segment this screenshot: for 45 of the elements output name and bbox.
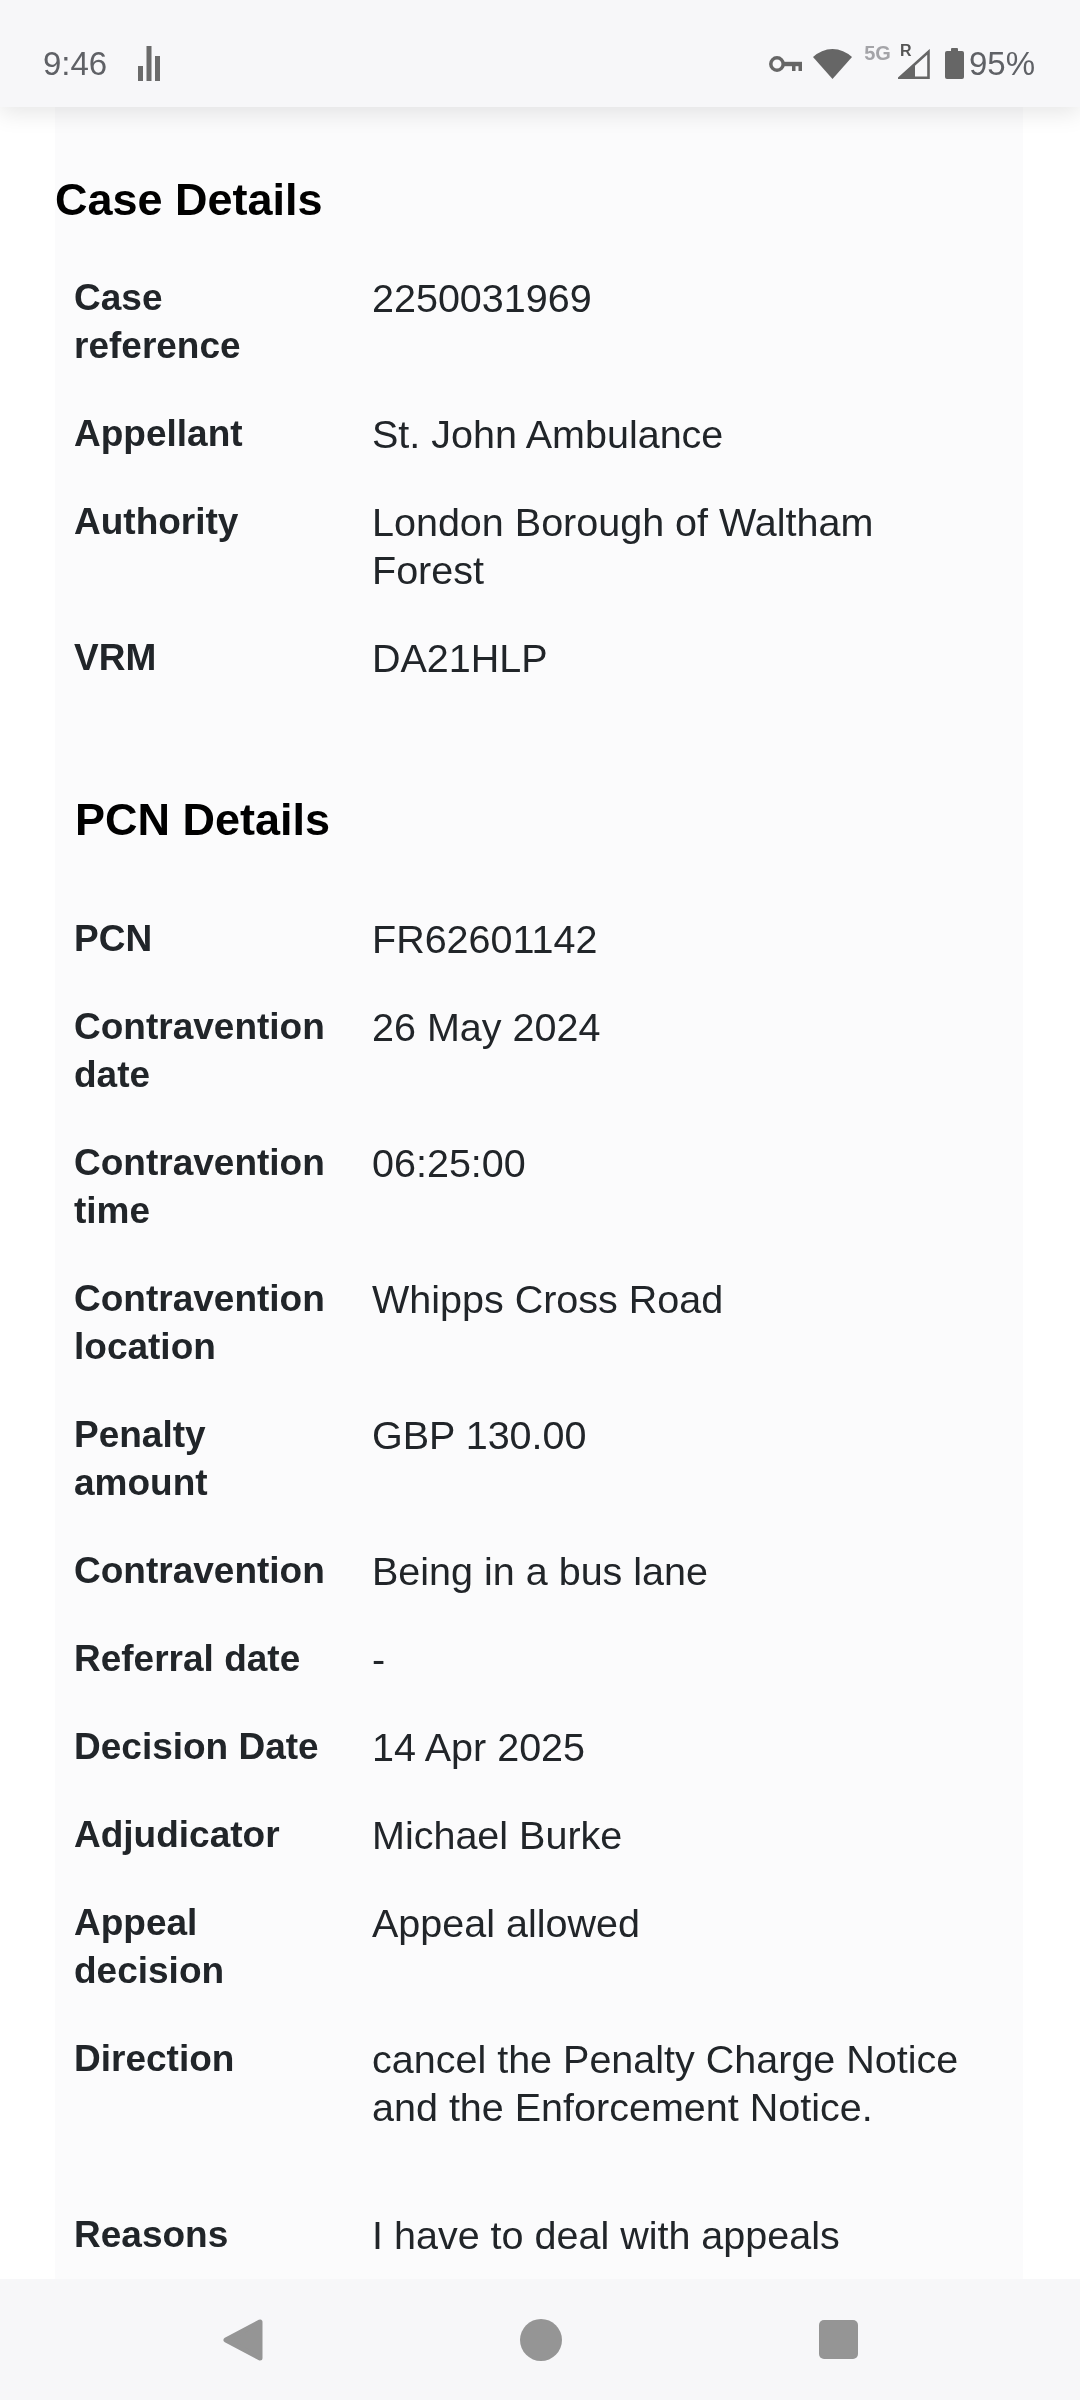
roaming-label: R [899,42,912,59]
network-type-label: 5G [864,43,891,63]
bar-chart-icon [138,46,161,81]
field-value: FR62601142 [372,916,598,963]
field-value: Michael Burke [372,1812,623,1859]
battery-percentage: 95% [968,47,1035,80]
field-value: Appeal allowed [372,1900,640,1947]
field-label: Reasons [74,2213,230,2257]
wifi-icon [813,48,853,79]
section-heading: Case Details [55,173,324,227]
field-value: I have to deal with appeals [372,2212,840,2259]
back-icon[interactable] [222,2318,263,2361]
field-value: 2250031969 [372,275,592,322]
field-value: cancel the Penalty Charge Notice and the Enforcement Notice. [372,2036,960,2131]
field-value: - [372,1636,386,1683]
field-value: Whipps Cross Road [372,1276,724,1323]
field-label: Referral date [74,1637,302,1681]
field-value: 06:25:00 [372,1140,526,1187]
recents-icon[interactable] [818,2320,858,2359]
section-heading: PCN Details [75,793,332,847]
field-label: Decision Date [74,1725,320,1769]
field-value: 26 May 2024 [372,1004,601,1051]
field-label: Contravention location [74,1277,326,1369]
field-value: GBP 130.00 [372,1412,587,1459]
key-icon [769,54,803,73]
field-label: Authority [74,500,240,544]
field-label: Contravention date [74,1005,326,1097]
field-label: Adjudicator [74,1813,281,1857]
field-value: London Borough of Waltham Forest [372,499,875,594]
battery-icon [944,48,964,79]
field-label: Direction [74,2037,236,2081]
field-label: Contravention time [74,1141,326,1233]
field-label: Case reference [74,276,242,368]
field-label: VRM [74,636,158,680]
field-label: Penalty amount [74,1413,209,1505]
field-value: Being in a bus lane [372,1548,708,1595]
status-time: 9:46 [43,47,108,80]
field-label: Contravention [74,1549,326,1593]
field-value: 14 Apr 2025 [372,1724,586,1771]
field-value: St. John Ambulance [372,411,724,458]
field-label: Appellant [74,412,244,456]
field-label: PCN [74,917,154,961]
home-icon[interactable] [519,2318,562,2361]
field-value: DA21HLP [372,635,548,682]
field-label: Appeal decision [74,1901,226,1993]
